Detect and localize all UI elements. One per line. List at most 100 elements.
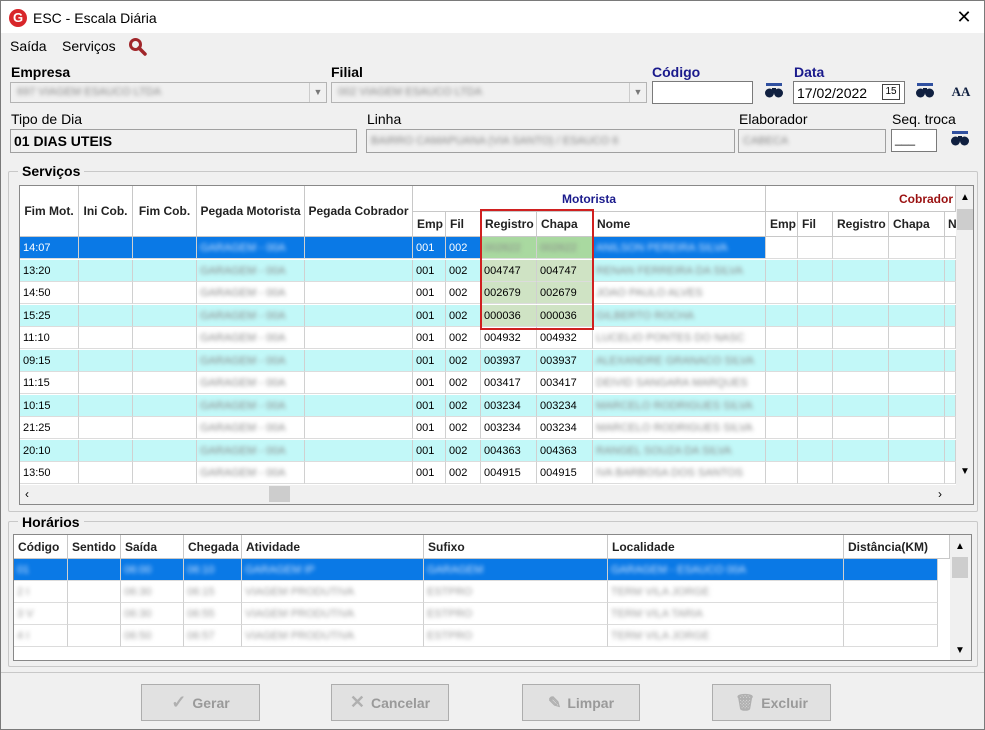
cell-localidade: TERM VILA TARIA [608,603,844,625]
table-row[interactable]: 09:15 GARAGEM - 00A 001 002 003937 003937 ALEX… [20,349,956,372]
cell-text: ESTPRO [427,608,473,620]
col-emp-cobrador[interactable]: Emp [766,212,798,237]
cell-fim_mot: 14:07 [20,237,79,259]
col-saida[interactable]: Saída [121,535,184,559]
scroll-thumb[interactable] [952,557,968,578]
table-row[interactable]: 15:25 GARAGEM - 00A 001 002 000036 000036 GILB… [20,304,956,327]
servicos-grid[interactable]: Fim Mot. Ini Cob. Fim Cob. Pegada Motori… [19,185,974,505]
empresa-combo[interactable]: 697 VIAGEM ESAUCO LTDA ▼ [10,82,327,103]
close-icon[interactable]: ✕ [951,5,977,29]
horarios-vertical-scrollbar[interactable]: ▲ ▼ [950,535,971,660]
table-row[interactable]: 13:20 GARAGEM - 00A 001 002 004747 004747 RENA… [20,259,956,282]
cell-registro: 002622 [481,237,537,259]
col-sufixo[interactable]: Sufixo [424,535,608,559]
table-row[interactable]: 13:50 GARAGEM - 00A 001 002 004915 004915 IVA … [20,462,956,484]
excluir-button[interactable]: 🗑 Excluir [712,684,831,721]
col-fim-mot[interactable]: Fim Mot. [20,186,79,237]
cell-text: TERM VILA JORGE [611,630,710,642]
col-distancia[interactable]: Distância(KM) [844,535,950,559]
codigo-input[interactable] [652,81,753,104]
cell-ini [79,304,133,327]
limpar-button[interactable]: ✎ Limpar [522,684,640,721]
table-row[interactable]: 20:10 GARAGEM - 00A 001 002 004363 004363 RANG… [20,439,956,462]
binoculars-icon[interactable] [764,82,784,102]
cell-f2 [798,394,833,417]
cell-registro: 004932 [481,327,537,349]
h-scroll-thumb[interactable] [269,486,290,502]
col-codigo[interactable]: Código [14,535,68,559]
col-localidade[interactable]: Localidade [608,535,844,559]
table-row[interactable]: 14:50 GARAGEM - 00A 001 002 002679 002679 JOAO… [20,282,956,304]
table-row[interactable]: 2 I 06:30 06:15 VIAGEM PRODUTIVA ESTPRO TERM … [14,581,938,603]
font-size-icon[interactable]: AA [951,82,971,102]
scroll-down-icon[interactable]: ▼ [955,645,965,656]
chevron-down-icon[interactable]: ▼ [629,83,646,102]
data-input[interactable]: 17/02/2022 15 [793,81,905,104]
group-cobrador: Cobrador [766,186,956,212]
cancelar-button[interactable]: ✕ Cancelar [331,684,449,721]
cell-text: MARCELO RODRIGUES SILVA [596,399,753,412]
cell-text: 003234 [540,422,577,434]
scroll-down-icon[interactable]: ▼ [960,466,970,477]
cell-text: TERM VILA JORGE [611,586,710,598]
filial-combo[interactable]: 002 VIAGEM ESAUCO LTDA ▼ [331,82,647,103]
cell-fimc [133,462,197,484]
col-fil[interactable]: Fil [446,212,481,237]
table-row[interactable]: 11:15 GARAGEM - 00A 001 002 003417 003417 DEIV… [20,372,956,394]
cell-sufixo: ESTPRO [424,581,608,603]
scroll-up-icon[interactable]: ▲ [960,192,970,203]
cell-fim_mot: 13:50 [20,462,79,484]
scroll-right-icon[interactable]: › [938,487,942,501]
table-row[interactable]: 4 I 06:50 06:57 VIAGEM PRODUTIVA ESTPRO TERM … [14,625,938,647]
horarios-grid[interactable]: Código Sentido Saída Chegada Atividade Sufixo… [13,534,972,661]
binoculars-icon[interactable] [915,82,935,102]
table-row[interactable]: 01 06:00 06:10 GARAGEM IP GARAGEM GARAGEM - E… [14,559,938,581]
col-registro[interactable]: Registro [481,212,537,237]
col-fim-cob[interactable]: Fim Cob. [133,186,197,237]
cell-nome: LUCELIO PONTES DO NASC [593,327,766,349]
cell-e2 [766,259,798,282]
menu-servicos[interactable]: Serviços [62,38,116,54]
menu-saida[interactable]: Saída [10,38,47,54]
col-chapa[interactable]: Chapa [537,212,593,237]
col-sentido[interactable]: Sentido [68,535,121,559]
table-row[interactable]: 11:10 GARAGEM - 00A 001 002 004932 004932 LUCE… [20,327,956,349]
col-pegada-motorista[interactable]: Pegada Motorista [197,186,305,237]
col-fil-cobrador[interactable]: Fil [798,212,833,237]
cell-ini [79,439,133,462]
cell-r2 [833,237,889,259]
col-ini-cob[interactable]: Ini Cob. [79,186,133,237]
table-row[interactable]: 10:15 GARAGEM - 00A 001 002 003234 003234 MARC… [20,394,956,417]
col-atividade[interactable]: Atividade [242,535,424,559]
cell-n2 [945,304,956,327]
search-icon[interactable] [128,37,147,59]
col-nome[interactable]: Nome [593,212,766,237]
cell-c2 [889,462,945,484]
table-row[interactable]: 21:25 GARAGEM - 00A 001 002 003234 003234 MARC… [20,417,956,439]
cell-text: ESTPRO [427,630,473,642]
vertical-scrollbar[interactable]: ▲ ▼ [956,186,973,485]
col-emp[interactable]: Emp [413,212,446,237]
col-chapa-cobrador[interactable]: Chapa [889,212,945,237]
col-pegada-cobrador[interactable]: Pegada Cobrador [305,186,413,237]
chevron-down-icon[interactable]: ▼ [309,83,326,102]
scroll-up-icon[interactable]: ▲ [955,541,965,552]
cell-fimc [133,372,197,394]
table-row[interactable]: 14:07 GARAGEM - 00A 001 002 002622 002622 ANIL… [20,237,956,259]
table-row[interactable]: 3 V 06:30 06:55 VIAGEM PRODUTIVA ESTPRO TERM … [14,603,938,625]
col-chegada[interactable]: Chegada [184,535,242,559]
cell-pegc [305,259,413,282]
binoculars-icon[interactable] [950,130,970,150]
gerar-button[interactable]: ✓ Gerar [141,684,260,721]
cell-registro: 004747 [481,259,537,282]
seq-troca-input[interactable]: ___ [891,129,937,152]
cell-r2 [833,304,889,327]
cell-f2 [798,282,833,304]
scroll-thumb[interactable] [957,209,973,230]
horizontal-scrollbar[interactable]: ‹ › [20,485,973,504]
col-registro-cobrador[interactable]: Registro [833,212,889,237]
scroll-left-icon[interactable]: ‹ [25,487,29,501]
col-n-cobrador[interactable]: N [945,212,957,237]
cell-text: 06:50 [124,630,152,642]
calendar-icon[interactable]: 15 [882,84,900,100]
